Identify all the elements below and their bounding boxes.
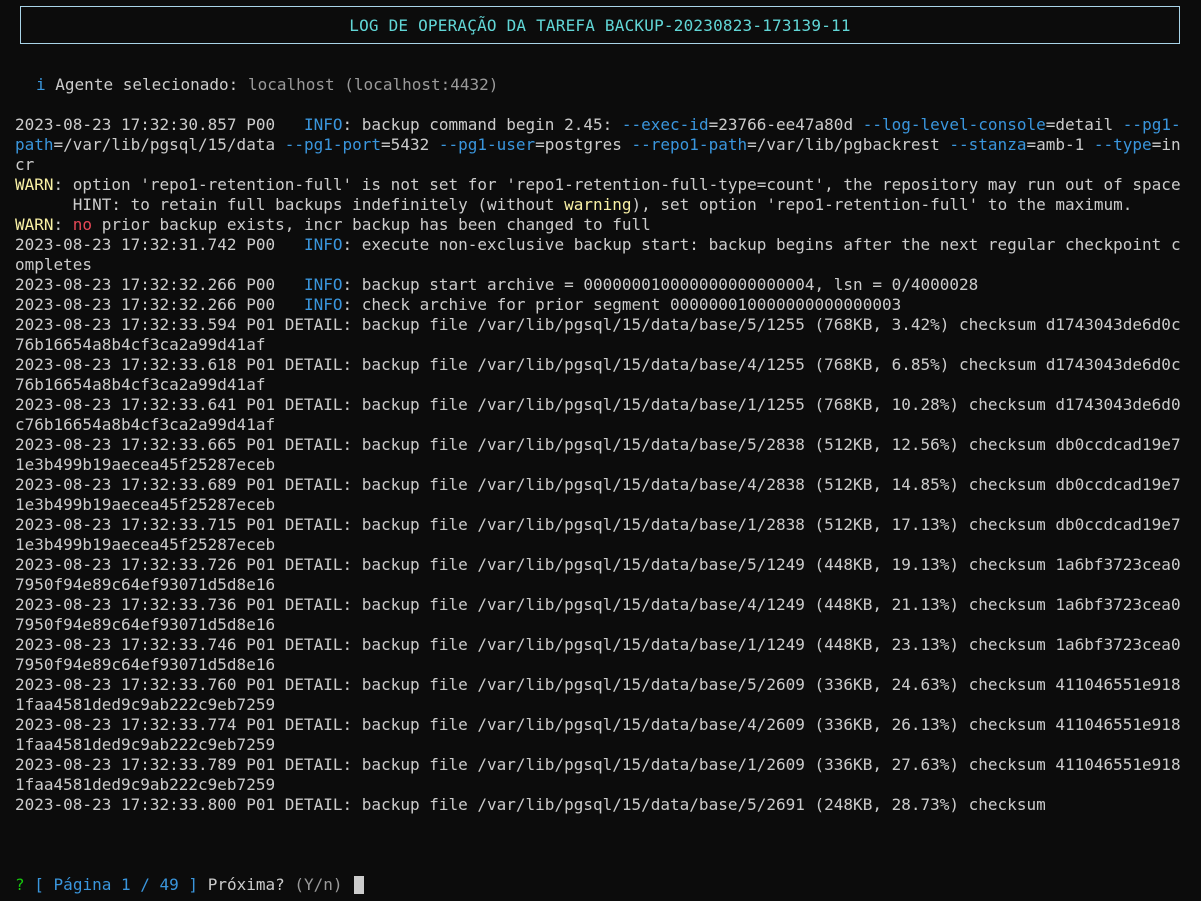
log-segment: : backup command begin 2.45: [342,115,622,134]
agent-host: localhost (localhost:4432) [247,75,499,94]
log-line: HINT: to retain full backups indefinitel… [15,195,1190,215]
log-segment: --type [1093,135,1152,154]
log-segment: =/var/lib/pgbackrest [747,135,950,154]
log-segment: 2023-08-23 17:32:33.726 P01 DETAIL: back… [15,555,1181,594]
yes-no-choices: (Y/n) [294,875,343,894]
log-segment: prior backup exists, incr backup has bee… [92,215,651,234]
log-segment: 2023-08-23 17:32:32.266 P00 [15,275,304,294]
log-segment: : check archive for prior segment 000000… [342,295,902,314]
log-segment: 2023-08-23 17:32:33.618 P01 DETAIL: back… [15,355,1181,394]
log-line: WARN: no prior backup exists, incr backu… [15,215,1190,235]
text-cursor[interactable] [354,875,365,894]
log-line: 2023-08-23 17:32:30.857 P00 INFO: backup… [15,115,1190,175]
log-segment: 2023-08-23 17:32:33.665 P01 DETAIL: back… [15,435,1181,474]
log-line: WARN: option 'repo1-retention-full' is n… [15,175,1190,195]
log-segment: =detail [1045,115,1123,134]
log-segment: 2023-08-23 17:32:33.774 P01 DETAIL: back… [15,715,1181,754]
log-segment: WARN [15,175,54,194]
log-segment: 2023-08-23 17:32:33.789 P01 DETAIL: back… [15,755,1181,794]
log-segment: =amb-1 [1026,135,1094,154]
prompt-question-mark: ? [15,875,25,894]
log-segment: : option 'repo1-retention-full' is not s… [53,175,1181,194]
log-segment: 2023-08-23 17:32:33.746 P01 DETAIL: back… [15,635,1181,674]
log-line: 2023-08-23 17:32:32.266 P00 INFO: check … [15,295,1190,315]
log-line: 2023-08-23 17:32:33.689 P01 DETAIL: back… [15,475,1190,515]
log-segment: WARN [15,215,54,234]
pager-prompt[interactable]: ? [ Página 1 / 49 ] Próxima? (Y/n) [15,875,365,894]
log-segment: INFO [303,115,343,134]
log-segment: no [72,215,93,234]
log-segment: INFO [303,295,343,314]
log-line: 2023-08-23 17:32:33.665 P01 DETAIL: back… [15,435,1190,475]
log-line: 2023-08-23 17:32:31.742 P00 INFO: execut… [15,235,1190,275]
log-segment: 2023-08-23 17:32:33.641 P01 DETAIL: back… [15,395,1181,434]
log-segment: 2023-08-23 17:32:31.742 P00 [15,235,304,254]
log-segment: : [53,215,73,234]
log-segment: --log-level-console [862,115,1046,134]
next-question: Próxima? [207,875,285,894]
log-segment: --pg1-user [438,135,536,154]
log-segment: --exec-id [621,115,709,134]
log-line: 2023-08-23 17:32:33.618 P01 DETAIL: back… [15,355,1190,395]
log-segment: 2023-08-23 17:32:30.857 P00 [15,115,304,134]
log-segment: HINT: to retain full backups indefinitel… [15,195,565,214]
log-title-box: LOG DE OPERAÇÃO DA TAREFA BACKUP-2023082… [20,6,1180,44]
log-segment: =5432 [381,135,439,154]
log-line: 2023-08-23 17:32:33.800 P01 DETAIL: back… [15,795,1190,815]
log-segment: --pg1-port [284,135,382,154]
log-line: 2023-08-23 17:32:33.789 P01 DETAIL: back… [15,755,1190,795]
log-line: 2023-08-23 17:32:33.726 P01 DETAIL: back… [15,555,1190,595]
page-title: LOG DE OPERAÇÃO DA TAREFA BACKUP-2023082… [349,15,851,35]
agent-line: i Agente selecionado: localhost (localho… [36,75,498,94]
log-segment: 2023-08-23 17:32:33.715 P01 DETAIL: back… [15,515,1181,554]
log-segment: --stanza [949,135,1027,154]
log-segment: =23766-ee47a80d [708,115,863,134]
log-output: 2023-08-23 17:32:30.857 P00 INFO: backup… [15,115,1190,815]
log-segment: ), set option 'repo1-retention-full' to … [631,195,1133,214]
log-line: 2023-08-23 17:32:33.594 P01 DETAIL: back… [15,315,1190,355]
log-line: 2023-08-23 17:32:32.266 P00 INFO: backup… [15,275,1190,295]
log-line: 2023-08-23 17:32:33.760 P01 DETAIL: back… [15,675,1190,715]
log-segment: 2023-08-23 17:32:33.800 P01 DETAIL: back… [15,795,1046,814]
log-line: 2023-08-23 17:32:33.746 P01 DETAIL: back… [15,635,1190,675]
log-segment: 2023-08-23 17:32:33.736 P01 DETAIL: back… [15,595,1181,634]
log-line: 2023-08-23 17:32:33.715 P01 DETAIL: back… [15,515,1190,555]
log-line: 2023-08-23 17:32:33.641 P01 DETAIL: back… [15,395,1190,435]
log-segment: : backup start archive = 000000010000000… [342,275,979,294]
log-segment: 2023-08-23 17:32:32.266 P00 [15,295,304,314]
log-segment: 2023-08-23 17:32:33.689 P01 DETAIL: back… [15,475,1181,514]
log-segment: =/var/lib/pgsql/15/data [53,135,285,154]
page-indicator: [ Página 1 / 49 ] [34,875,199,894]
log-segment: 2023-08-23 17:32:33.760 P01 DETAIL: back… [15,675,1181,714]
info-icon: i [36,75,46,94]
log-segment: =postgres [535,135,632,154]
agent-label: Agente selecionado: [55,75,239,94]
log-segment: warning [564,195,632,214]
log-segment: 2023-08-23 17:32:33.594 P01 DETAIL: back… [15,315,1181,354]
log-line: 2023-08-23 17:32:33.736 P01 DETAIL: back… [15,595,1190,635]
log-segment: INFO [303,235,343,254]
log-segment: --repo1-path [631,135,748,154]
log-line: 2023-08-23 17:32:33.774 P01 DETAIL: back… [15,715,1190,755]
log-segment: INFO [303,275,343,294]
